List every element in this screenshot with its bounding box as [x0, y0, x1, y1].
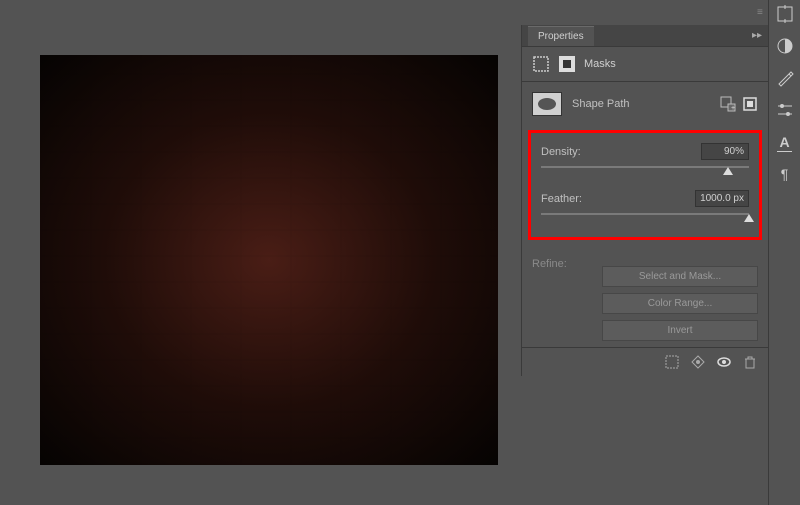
masks-row: Masks [522, 47, 768, 82]
brick-wall-image [40, 55, 498, 465]
refine-label: Refine: [532, 258, 567, 270]
masks-label: Masks [584, 58, 616, 70]
pixel-mask-icon[interactable] [532, 55, 550, 73]
density-value-input[interactable]: 90% [701, 143, 749, 160]
select-and-mask-button[interactable]: Select and Mask... [602, 266, 758, 287]
highlighted-region: Density: 90% Feather: 1000.0 px [528, 130, 762, 240]
delete-icon[interactable] [742, 354, 758, 370]
density-label: Density: [541, 146, 581, 158]
color-range-button[interactable]: Color Range... [602, 293, 758, 314]
canvas-viewport[interactable] [40, 55, 498, 465]
mask-thumbnail[interactable] [532, 92, 562, 116]
sliders-icon[interactable] [775, 100, 795, 120]
character-icon[interactable]: A [777, 132, 791, 152]
apply-mask-icon[interactable] [690, 354, 706, 370]
panel-header: Properties ▸▸ [522, 25, 768, 47]
feather-label: Feather: [541, 193, 582, 205]
shape-path-row: Shape Path + [522, 82, 768, 126]
visibility-icon[interactable] [716, 354, 732, 370]
load-selection-icon[interactable] [664, 354, 680, 370]
right-toolbar: A ¶ [768, 0, 800, 505]
collapse-icon[interactable]: ▸▸ [752, 30, 762, 41]
panel-grip-icon[interactable]: ≡ [757, 3, 765, 21]
density-slider[interactable] [541, 162, 749, 176]
brush-icon[interactable] [775, 68, 795, 88]
feather-value-input[interactable]: 1000.0 px [695, 190, 749, 207]
properties-tab[interactable]: Properties [528, 26, 594, 46]
feather-slider[interactable] [541, 209, 749, 223]
feather-section: Feather: 1000.0 px [535, 186, 755, 223]
density-section: Density: 90% [535, 139, 755, 176]
shape-path-label: Shape Path [572, 98, 630, 110]
properties-panel: Properties ▸▸ Masks Shape Path + [522, 25, 768, 376]
picker-icon[interactable] [775, 4, 795, 24]
svg-text:+: + [731, 105, 735, 112]
adjustments-icon[interactable] [775, 36, 795, 56]
select-mask-icon[interactable] [742, 96, 758, 112]
vector-mask-icon[interactable] [558, 55, 576, 73]
invert-button[interactable]: Invert [602, 320, 758, 341]
add-mask-icon[interactable]: + [720, 96, 736, 112]
panel-footer [522, 347, 768, 376]
paragraph-icon[interactable]: ¶ [775, 164, 795, 184]
